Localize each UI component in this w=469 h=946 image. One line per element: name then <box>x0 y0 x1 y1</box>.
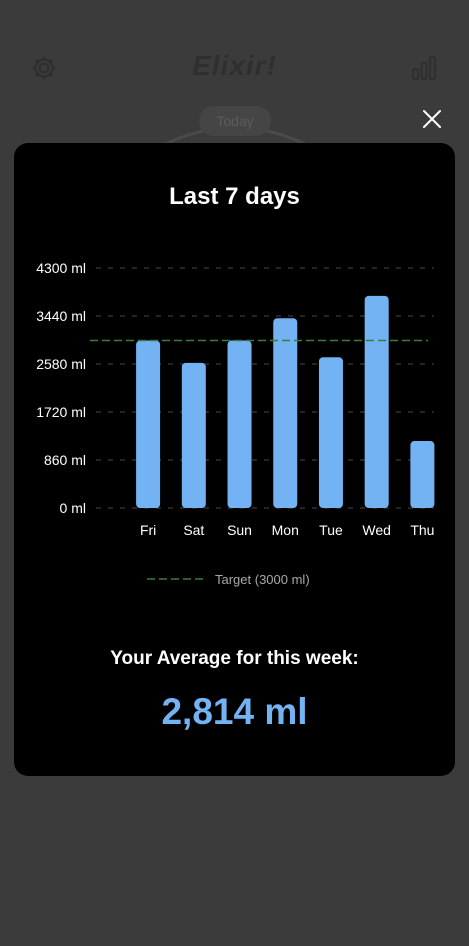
y-tick-label: 860 ml <box>44 452 86 468</box>
x-tick-label: Sat <box>183 522 204 538</box>
chart-bar <box>227 340 252 508</box>
modal-title: Last 7 days <box>169 183 300 210</box>
background-header: Elixir! Today <box>0 0 469 167</box>
today-pill: Today <box>199 106 271 136</box>
y-tick-label: 1720 ml <box>36 404 86 420</box>
x-tick-label: Thu <box>410 522 434 538</box>
stats-modal: Last 7 days 0 ml 860 ml 1720 ml 2580 ml 3440… <box>14 143 455 776</box>
chart-bar <box>273 318 298 508</box>
x-tick-label: Sun <box>227 522 252 538</box>
close-icon[interactable] <box>418 105 446 133</box>
chart-bar <box>318 357 343 508</box>
app-title: Elixir! <box>192 50 277 81</box>
legend-label: Target (3000 ml) <box>215 572 310 587</box>
bar-chart-icon[interactable] <box>410 54 438 82</box>
x-tick-label: Wed <box>362 522 391 538</box>
y-tick-label: 0 ml <box>60 500 86 516</box>
chart-bar <box>136 340 161 508</box>
screen: Elixir! Today Last 7 days 0 ml 860 ml 1720… <box>0 0 469 946</box>
x-tick-label: Mon <box>272 522 299 538</box>
x-tick-label: Tue <box>319 522 343 538</box>
weekly-bar-chart: 0 ml 860 ml 1720 ml 2580 ml 3440 ml 4300 ml Fr… <box>36 260 435 587</box>
y-tick-label: 3440 ml <box>36 308 86 324</box>
y-tick-label: 2580 ml <box>36 356 86 372</box>
average-value: 2,814 ml <box>161 691 308 732</box>
chart-bar <box>364 295 389 508</box>
y-tick-label: 4300 ml <box>36 260 86 276</box>
average-label: Your Average for this week: <box>110 648 359 669</box>
x-tick-label: Fri <box>140 522 156 538</box>
chart-bar <box>410 441 435 508</box>
chart-bar <box>181 362 206 508</box>
